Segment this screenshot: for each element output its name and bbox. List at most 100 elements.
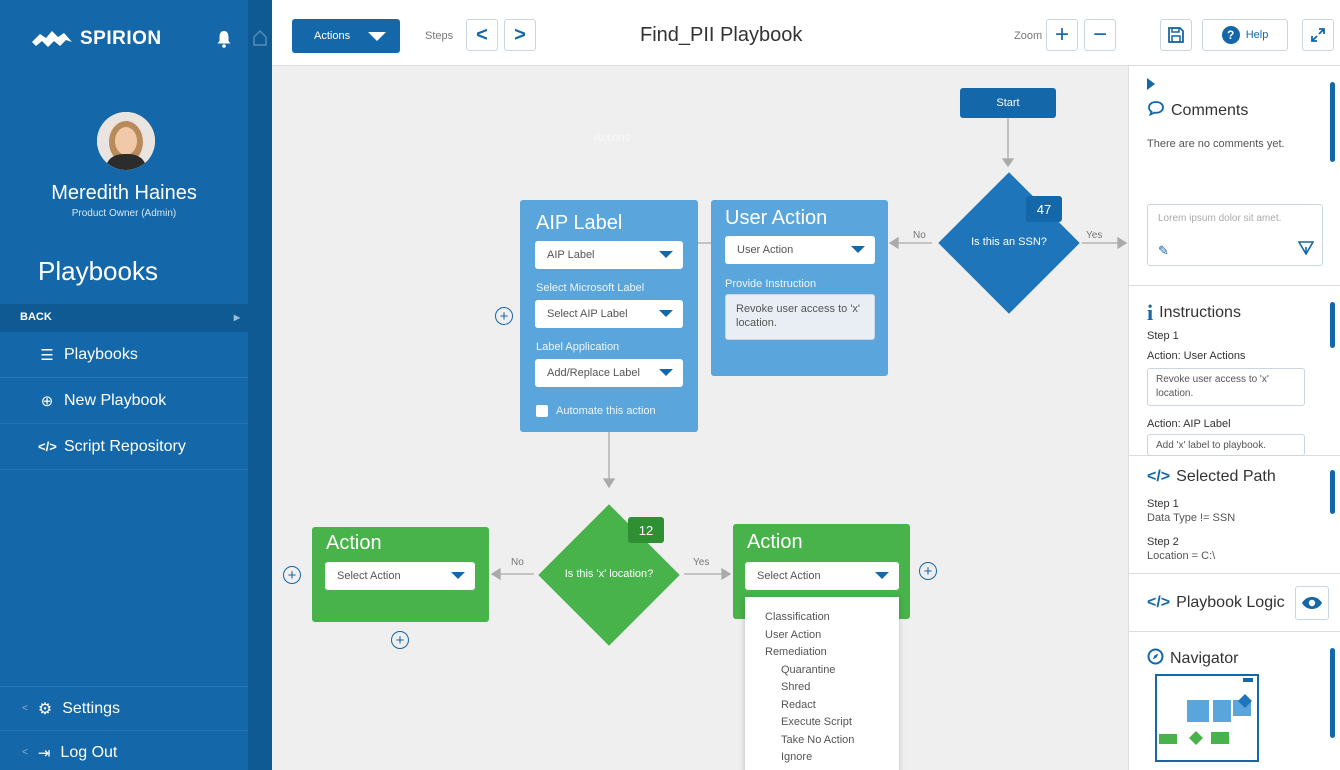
settings-button[interactable]: < ⚙ Settings: [0, 686, 248, 730]
zoom-label: Zoom: [1014, 30, 1043, 42]
paperclip-icon[interactable]: ✎: [1158, 243, 1169, 259]
add-node-button[interactable]: +: [283, 566, 301, 584]
add-node-button[interactable]: +: [919, 562, 937, 580]
instruction-textarea[interactable]: Revoke user access to 'x' location.: [725, 294, 875, 340]
floppy-disk-icon: [1168, 27, 1184, 43]
instructions-section: i Instructions Step 1 Action: User Actio…: [1129, 286, 1340, 456]
instruction-action-text: Add 'x' label to playbook.: [1147, 434, 1305, 456]
scrollbar[interactable]: [1330, 82, 1335, 162]
checkbox-box[interactable]: [536, 405, 548, 417]
menu-item-take-no-action[interactable]: Take No Action: [765, 732, 899, 750]
step-forward-button[interactable]: >: [504, 19, 536, 51]
start-node[interactable]: Start: [960, 88, 1056, 118]
gear-icon: ⚙: [37, 700, 53, 718]
flow-canvas[interactable]: Actions Start Is this an SSN? 47 No Yes …: [272, 66, 1128, 770]
scrollbar[interactable]: [1330, 648, 1335, 738]
sidebar-collapse-strip[interactable]: [248, 0, 272, 770]
code-icon: </>: [38, 439, 57, 454]
step-back-button[interactable]: <: [466, 19, 498, 51]
count-badge: 12: [628, 517, 664, 543]
add-node-button[interactable]: +: [391, 631, 409, 649]
logout-label: Log Out: [60, 743, 118, 761]
edge-label-no: No: [913, 230, 926, 241]
caret-down-icon: [851, 246, 865, 253]
add-node-button[interactable]: +: [495, 307, 513, 325]
decision-node-ssn[interactable]: Is this an SSN?: [938, 172, 1080, 314]
menu-item-redact[interactable]: Redact: [765, 697, 899, 715]
bell-icon[interactable]: [216, 30, 232, 48]
user-role: Product Owner (Admin): [71, 208, 177, 219]
label-application-select[interactable]: Add/Replace Label: [535, 359, 683, 387]
spirion-logo[interactable]: SPIRION: [30, 28, 162, 50]
user-action-card[interactable]: User Action User Action Provide Instruct…: [711, 200, 888, 376]
scrollbar[interactable]: [1330, 470, 1335, 514]
select-value: User Action: [737, 244, 794, 256]
microsoft-label-select[interactable]: Select AIP Label: [535, 300, 683, 328]
action-select[interactable]: Select Action: [745, 562, 899, 590]
help-button[interactable]: ? Help: [1202, 19, 1288, 51]
zoom-in-button[interactable]: +: [1046, 19, 1078, 51]
actions-dropdown-button[interactable]: Actions: [292, 19, 400, 53]
select-value: Select Action: [337, 570, 401, 582]
settings-label: Settings: [62, 699, 120, 717]
decision-text: Is this 'x' location?: [564, 568, 654, 580]
action-select[interactable]: Select Action: [325, 562, 475, 590]
menu-item-remediation[interactable]: Remediation: [765, 644, 899, 662]
expand-icon: [1311, 28, 1325, 42]
instruction-step: Step 1: [1147, 330, 1179, 342]
view-logic-button[interactable]: [1295, 586, 1329, 620]
comments-header: Comments: [1147, 100, 1248, 121]
menu-item-shred[interactable]: Shred: [765, 679, 899, 697]
send-icon[interactable]: [1297, 241, 1315, 260]
save-button[interactable]: [1160, 19, 1192, 51]
toolbar: Actions Steps < > Find_PII Playbook Zoom…: [272, 0, 1340, 66]
flow-connectors: [490, 118, 1128, 581]
edge-label-yes: Yes: [693, 557, 710, 568]
select-value: Add/Replace Label: [547, 367, 640, 379]
card-title: AIP Label: [536, 212, 623, 234]
right-panel: Comments There are no comments yet. Lore…: [1128, 66, 1340, 770]
list-icon: ☰: [40, 346, 54, 364]
steps-label: Steps: [425, 30, 454, 42]
speech-bubble-icon: [1147, 100, 1165, 121]
caret-down-icon: [659, 251, 673, 258]
menu-item-user-action[interactable]: User Action: [765, 627, 899, 645]
sidebar-item-new-playbook[interactable]: ⊕ New Playbook: [0, 378, 248, 424]
checkbox-label: Automate this action: [556, 405, 656, 417]
aip-label-select[interactable]: AIP Label: [535, 241, 683, 269]
path-value: Location = C:\: [1147, 550, 1216, 562]
minus-icon: −: [1092, 21, 1107, 48]
eye-icon: [1302, 597, 1322, 609]
navigator-minimap[interactable]: [1155, 674, 1259, 762]
user-action-select[interactable]: User Action: [725, 236, 875, 264]
navigator-header: Navigator: [1147, 648, 1238, 670]
aip-label-card[interactable]: AIP Label AIP Label Select Microsoft Lab…: [520, 200, 698, 432]
field-label: Label Application: [536, 341, 620, 353]
sidebar-item-playbooks[interactable]: ☰ Playbooks: [0, 332, 248, 378]
actions-label: Actions: [314, 30, 351, 42]
menu-item-classification[interactable]: Classification: [765, 609, 899, 627]
sidebar-title: Playbooks: [38, 256, 158, 286]
avatar[interactable]: [97, 112, 155, 170]
automate-checkbox[interactable]: Automate this action: [536, 405, 656, 417]
fullscreen-button[interactable]: [1302, 19, 1334, 51]
path-step: Step 1: [1147, 498, 1179, 510]
home-icon[interactable]: [253, 30, 267, 46]
comments-title: Comments: [1171, 101, 1249, 119]
zoom-out-button[interactable]: −: [1084, 19, 1116, 51]
collapse-panel-icon[interactable]: [1147, 78, 1155, 90]
navigator-title: Navigator: [1170, 650, 1239, 667]
plus-icon: +: [1054, 21, 1069, 48]
logout-button[interactable]: < ⇥ Log Out: [0, 730, 248, 770]
action-card-left[interactable]: Action Select Action: [312, 527, 489, 622]
card-title: Action: [747, 531, 803, 553]
menu-item-ignore[interactable]: Ignore: [765, 749, 899, 767]
menu-item-execute-script[interactable]: Execute Script: [765, 714, 899, 732]
back-button[interactable]: BACK ▶: [0, 304, 248, 332]
sidebar-item-script-repository[interactable]: </> Script Repository: [0, 424, 248, 470]
scrollbar[interactable]: [1330, 302, 1335, 348]
comment-input[interactable]: Lorem ipsum dolor sit amet. ✎: [1147, 204, 1323, 266]
menu-item-quarantine[interactable]: Quarantine: [765, 662, 899, 680]
instruction-action-label: Action: User Actions: [1147, 350, 1246, 362]
decision-text: Is this an SSN?: [971, 236, 1047, 248]
